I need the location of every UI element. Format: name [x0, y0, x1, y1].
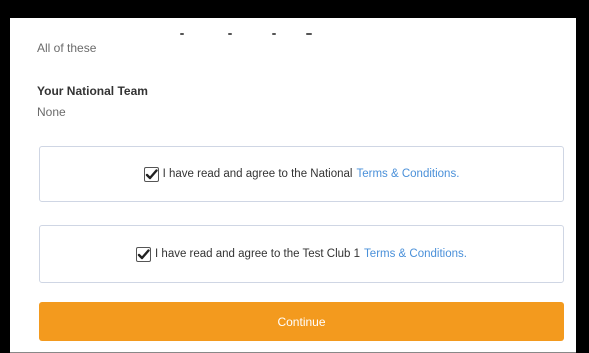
national-terms-checkbox[interactable] — [143, 166, 159, 182]
club-terms-checkbox[interactable] — [136, 246, 152, 262]
club-terms-text: I have read and agree to the Test Club 1 — [155, 248, 361, 260]
national-terms-box: I have read and agree to the National Te… — [39, 146, 564, 202]
truncated-text-remnant — [180, 33, 340, 36]
national-terms-text: I have read and agree to the National — [162, 168, 353, 180]
checkmark-icon — [145, 168, 158, 179]
checkmark-icon — [137, 248, 150, 259]
national-team-heading: Your National Team — [37, 84, 148, 98]
club-terms-box: I have read and agree to the Test Club 1… — [39, 225, 564, 283]
continue-button[interactable]: Continue — [39, 302, 564, 341]
selection-summary: All of these — [37, 41, 97, 55]
registration-panel: All of these Your National Team None I h… — [10, 18, 576, 353]
national-team-value: None — [37, 105, 66, 119]
club-terms-link[interactable]: Terms & Conditions. — [364, 248, 467, 260]
national-terms-link[interactable]: Terms & Conditions. — [356, 168, 459, 180]
